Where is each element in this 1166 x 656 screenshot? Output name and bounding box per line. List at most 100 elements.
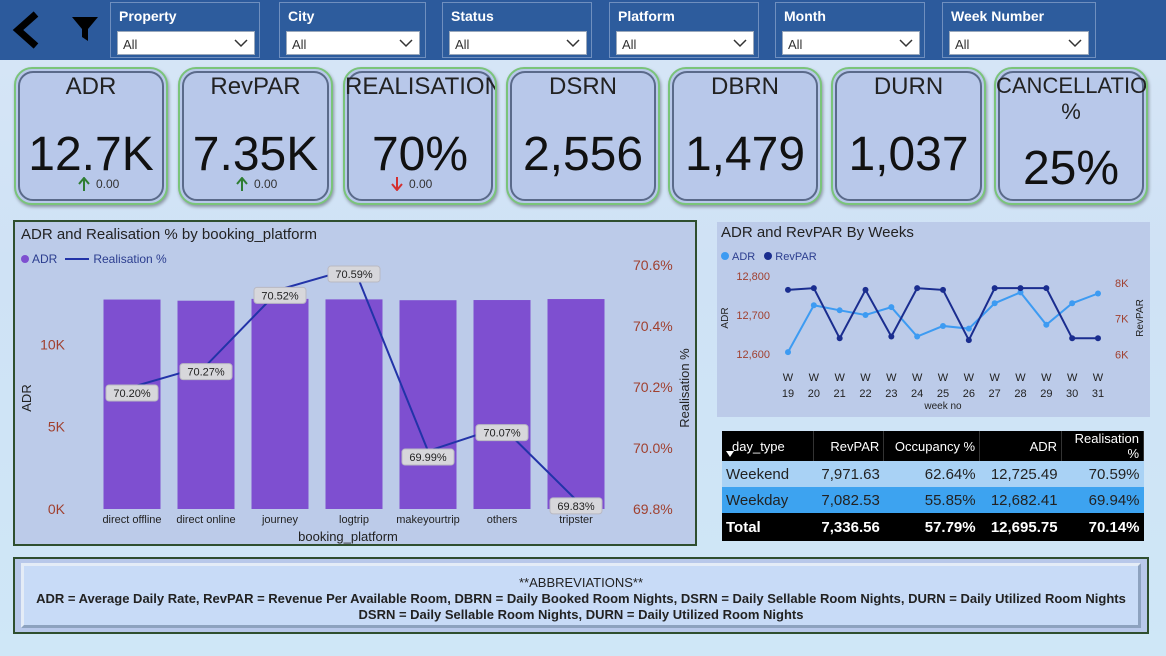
kpi-title: DSRN bbox=[548, 73, 617, 100]
adr-point bbox=[914, 333, 921, 340]
kpi-card-adr: ADR 12.7K 0.00 bbox=[14, 67, 168, 205]
x-axis-title: week no bbox=[923, 401, 962, 412]
column-header-day-type[interactable]: day_type bbox=[722, 431, 815, 461]
x-tick-label: W bbox=[989, 372, 1000, 384]
city-dropdown[interactable]: All bbox=[286, 31, 420, 55]
adr-point bbox=[888, 304, 895, 311]
kpi-card-realisation: REALISATION% 70% 0.00 bbox=[343, 67, 497, 205]
clear-filters-button[interactable] bbox=[70, 14, 100, 44]
table-row[interactable]: Weekend 7,971.63 62.64% 12,725.49 70.59% bbox=[722, 461, 1144, 487]
chevron-down-icon bbox=[399, 39, 413, 48]
chevron-down-icon bbox=[899, 39, 913, 48]
x-tick-label: 19 bbox=[782, 388, 794, 400]
x-tick-label: W bbox=[1015, 372, 1026, 384]
kpi-title: DBRN bbox=[710, 73, 779, 100]
y-tick-label: 10K bbox=[40, 336, 66, 352]
bar bbox=[177, 300, 235, 509]
arrow-up-icon bbox=[78, 176, 90, 191]
x-tick-label: W bbox=[860, 372, 871, 384]
data-label: 70.59% bbox=[335, 269, 373, 281]
cell-adr: 12,682.41 bbox=[979, 487, 1062, 513]
kpi-value: 1,479 bbox=[684, 128, 806, 181]
x-tick-label: W bbox=[912, 372, 923, 384]
weeks-chart: ADR RevPAR week no 12,600 12,700 12,800 6K 7… bbox=[720, 271, 1146, 412]
chevron-down-icon bbox=[566, 39, 580, 48]
abbreviations-box: **ABBREVIATIONS** ADR = Average Daily Ra… bbox=[21, 563, 1141, 628]
x-tick-label: direct offline bbox=[102, 514, 161, 526]
dropdown-value: All bbox=[455, 37, 470, 52]
data-label: 69.99% bbox=[409, 452, 447, 464]
x-tick-label: W bbox=[886, 372, 897, 384]
revpar-point bbox=[1017, 285, 1024, 292]
cell-realisation: 69.94% bbox=[1061, 487, 1144, 513]
column-header-revpar[interactable]: RevPAR bbox=[813, 431, 885, 461]
kpi-delta: 0.00 bbox=[236, 176, 277, 191]
slicer-property: Property All bbox=[110, 2, 260, 58]
bar bbox=[251, 298, 309, 509]
kpi-value: 1,037 bbox=[848, 128, 969, 181]
slicer-label: Month bbox=[784, 8, 826, 24]
x-tick-label: 22 bbox=[859, 388, 871, 400]
column-header-realisation[interactable]: Realisation % bbox=[1061, 431, 1144, 461]
kpi-delta-value: 0.00 bbox=[96, 177, 120, 191]
slicer-city: City All bbox=[279, 2, 426, 58]
y-tick-label: 5K bbox=[48, 419, 66, 435]
cell-total-realisation: 70.14% bbox=[1061, 513, 1144, 541]
y2-tick-label: 70.6% bbox=[633, 257, 673, 273]
revpar-point bbox=[940, 286, 946, 293]
dropdown-value: All bbox=[955, 37, 970, 52]
y2-tick-label: 7K bbox=[1115, 314, 1129, 326]
y2-tick-label: 70.4% bbox=[633, 318, 673, 334]
cell-revpar: 7,971.63 bbox=[813, 461, 884, 487]
dropdown-value: All bbox=[123, 37, 138, 52]
kpi-card-cancellation: CANCELLATION % 25% bbox=[994, 67, 1148, 205]
x-tick-label: 23 bbox=[885, 388, 897, 400]
kpi-delta: 0.00 bbox=[391, 177, 432, 192]
slicer-platform: Platform All bbox=[609, 2, 759, 58]
kpi-value: 70% bbox=[371, 128, 469, 181]
column-header-adr[interactable]: ADR bbox=[979, 431, 1063, 461]
dropdown-value: All bbox=[622, 37, 637, 52]
adr-point bbox=[965, 325, 972, 332]
adr-point bbox=[836, 307, 843, 314]
x-tick-label: 29 bbox=[1040, 388, 1052, 400]
cell-total-revpar: 7,336.56 bbox=[813, 513, 884, 541]
cell-revpar: 7,082.53 bbox=[813, 487, 884, 513]
month-dropdown[interactable]: All bbox=[782, 31, 920, 55]
revpar-line bbox=[787, 287, 1098, 343]
status-dropdown[interactable]: All bbox=[449, 31, 587, 55]
back-button[interactable] bbox=[10, 8, 44, 52]
bar bbox=[103, 299, 161, 509]
kpi-value: 25% bbox=[1022, 142, 1120, 195]
platform-chart: ADR Realisation % booking_platform 0K 5K 1… bbox=[19, 257, 692, 544]
adr-point bbox=[940, 322, 946, 329]
revpar-point bbox=[888, 333, 895, 340]
filter-icon bbox=[72, 17, 98, 41]
adr-line bbox=[787, 291, 1099, 353]
adr-point bbox=[862, 312, 869, 318]
x-tick-label: 20 bbox=[808, 388, 820, 400]
column-header-occupancy[interactable]: Occupancy % bbox=[883, 431, 981, 461]
kpi-title: REALISATION% bbox=[345, 73, 495, 100]
kpi-title: CANCELLATION % bbox=[996, 73, 1148, 124]
platform-dropdown[interactable]: All bbox=[616, 31, 754, 55]
x-tick-label: 26 bbox=[963, 388, 975, 400]
week-number-dropdown[interactable]: All bbox=[949, 31, 1089, 55]
x-tick-label: W bbox=[809, 372, 820, 384]
slicer-label: Property bbox=[119, 8, 177, 24]
revpar-point bbox=[991, 285, 998, 292]
kpi-title: ADR bbox=[65, 73, 117, 100]
x-tick-label: 30 bbox=[1066, 388, 1078, 400]
y-tick-label: 0K bbox=[48, 501, 66, 517]
table-row[interactable]: Weekday 7,082.53 55.85% 12,682.41 69.94% bbox=[722, 487, 1144, 513]
cell-occupancy: 62.64% bbox=[883, 461, 980, 487]
adr-point bbox=[991, 300, 998, 307]
arrow-down-icon bbox=[391, 177, 403, 192]
property-dropdown[interactable]: All bbox=[117, 31, 255, 55]
sort-desc-icon bbox=[726, 451, 734, 457]
cell-total-adr: 12,695.75 bbox=[979, 513, 1062, 541]
revpar-point bbox=[965, 337, 972, 344]
x-tick-label: tripster bbox=[559, 514, 593, 526]
x-tick-label: W bbox=[1093, 372, 1104, 384]
kpi-value: 2,556 bbox=[522, 128, 644, 181]
